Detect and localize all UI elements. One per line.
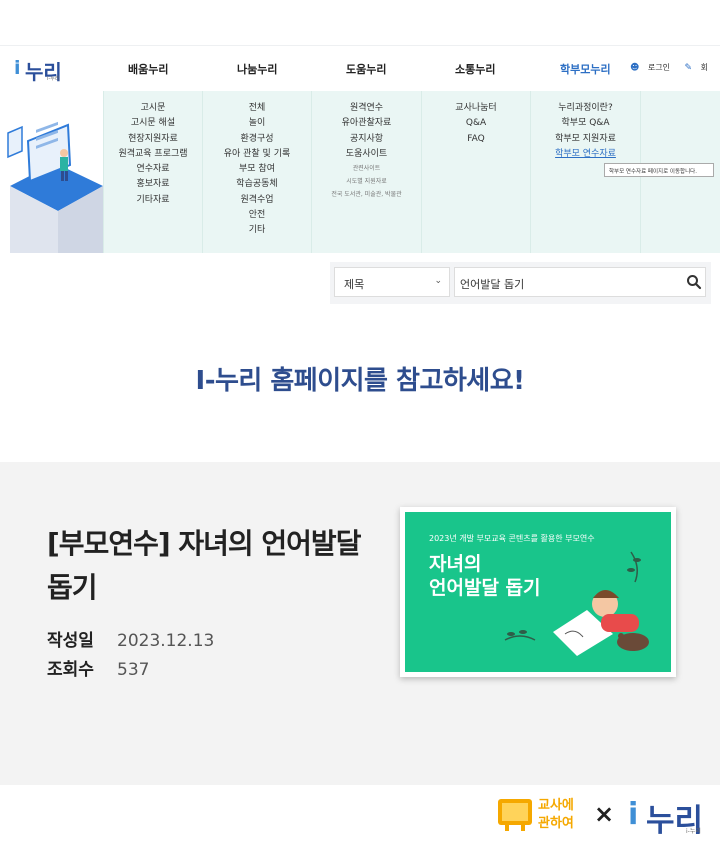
mega-illustration [0,91,103,253]
mega-link[interactable]: 학부모 지원자료 [531,132,640,147]
search-bar: 제목 ⌄ 언어발달 돕기 [330,262,711,304]
main-nav: 배움누리 나눔누리 도움누리 소통누리 학부모누리 [92,46,652,92]
mega-link[interactable]: 부모 참여 [203,162,311,177]
mega-col-nanum: 전체 놀이 환경구성 유아 관찰 및 기록 부모 참여 학습공동체 원격수업 안… [202,91,311,253]
mega-link[interactable]: 기타 [203,223,311,238]
i-nuri-footer-logo: i 누리 i-누리 [628,793,708,839]
mega-sublink[interactable]: 전국 도서관, 미술관, 박물관 [312,188,421,201]
tooltip: 학부모 연수자료 페이지로 이동합니다. [604,163,714,177]
nav-baeum[interactable]: 배움누리 [128,61,168,77]
mega-link-parent-training[interactable]: 학부모 연수자료 [531,147,640,162]
mega-link[interactable]: Q&A [422,116,530,131]
mega-link[interactable]: 고시문 해설 [104,116,202,131]
child-drawing-illustration [504,551,649,656]
mega-link[interactable]: 교사나눔터 [422,101,530,116]
mega-link[interactable]: 도움사이트 [312,147,421,162]
nav-parent[interactable]: 학부모누리 [560,61,611,77]
search-input[interactable]: 언어발달 돕기 [454,267,706,297]
site-header: i 누리 i-누리 배움누리 나눔누리 도움누리 소통누리 학부모누리 ☻ 로그… [0,45,720,91]
logo-sub: i-누리 [47,76,60,82]
mega-link[interactable]: 원격교육 프로그램 [104,147,202,162]
mega-link[interactable]: 원격연수 [312,101,421,116]
util-links: ☻ 로그인 ✎ 회 [630,62,720,73]
mega-link[interactable]: 유아관찰자료 [312,116,421,131]
mega-link[interactable]: 전체 [203,101,311,116]
mega-link[interactable]: 누리과정이란? [531,101,640,116]
footer-logo-sub: i-누리 [686,828,701,835]
post-thumbnail[interactable]: 2023년 개발 부모교육 콘텐츠를 활용한 부모연수 자녀의 언어발달 돕기 [400,507,676,677]
mega-link[interactable]: 고시문 [104,101,202,116]
post-date: 작성일 2023.12.13 [47,631,215,651]
mega-link[interactable]: 유아 관찰 및 기록 [203,147,311,162]
mega-link[interactable]: 기타자료 [104,193,202,208]
nav-sotong[interactable]: 소통누리 [455,61,495,77]
nav-nanum[interactable]: 나눔누리 [237,61,277,77]
mega-link[interactable]: 홍보자료 [104,177,202,192]
chevron-down-icon: ⌄ [434,276,442,286]
mega-col-sotong: 교사나눔터 Q&A FAQ [421,91,530,253]
mega-sublink[interactable]: 관련사이트 [312,162,421,175]
teacher-brand: 교사에 관하여 [538,798,574,831]
search-field-select[interactable]: 제목 ⌄ [334,267,450,297]
join-link[interactable]: ✎ 회 [685,62,714,73]
mega-link[interactable]: FAQ [422,132,530,147]
mega-link[interactable]: 놀이 [203,116,311,131]
i-nuri-logo[interactable]: i 누리 i-누리 [14,55,64,84]
mega-col-doum: 원격연수 유아관찰자료 공지사항 도움사이트 관련사이트 시도별 지원자료 전국… [311,91,421,253]
mega-link[interactable]: 연수자료 [104,162,202,177]
footer-logo-i-glyph: i [628,797,639,832]
logo-i-glyph: i [14,57,21,79]
post-card: [부모연수] 자녀의 언어발달 돕기 작성일 2023.12.13 조회수 537 … [0,462,720,785]
mega-link[interactable]: 학습공동체 [203,177,311,192]
post-title[interactable]: [부모연수] 자녀의 언어발달 돕기 [47,522,367,610]
user-icon: ☻ [629,63,640,73]
login-link[interactable]: ☻ 로그인 [630,62,676,73]
nav-doum[interactable]: 도움누리 [346,61,386,77]
post-views: 조회수 537 [47,660,150,680]
teacher-tv-icon [497,798,533,832]
mega-link[interactable]: 환경구성 [203,132,311,147]
mega-link[interactable]: 현장지원자료 [104,132,202,147]
mega-col-baeum: 고시문 고시문 해설 현장지원자료 원격교육 프로그램 연수자료 홍보자료 기타… [103,91,202,253]
footer: 교사에 관하여 × i 누리 i-누리 [0,785,720,847]
mega-link[interactable]: 안전 [203,208,311,223]
times-symbol: × [594,800,615,828]
mega-link[interactable]: 원격수업 [203,193,311,208]
mega-link[interactable]: 공지사항 [312,132,421,147]
thumbnail-banner: 2023년 개발 부모교육 콘텐츠를 활용한 부모연수 자녀의 언어발달 돕기 [405,512,671,672]
edit-icon: ✎ [684,63,693,73]
page-title: I-누리 홈페이지를 참고하세요! [195,366,525,396]
search-icon[interactable] [686,274,702,290]
mega-link[interactable]: 학부모 Q&A [531,116,640,131]
mega-sublink[interactable]: 시도별 지원자료 [312,175,421,188]
